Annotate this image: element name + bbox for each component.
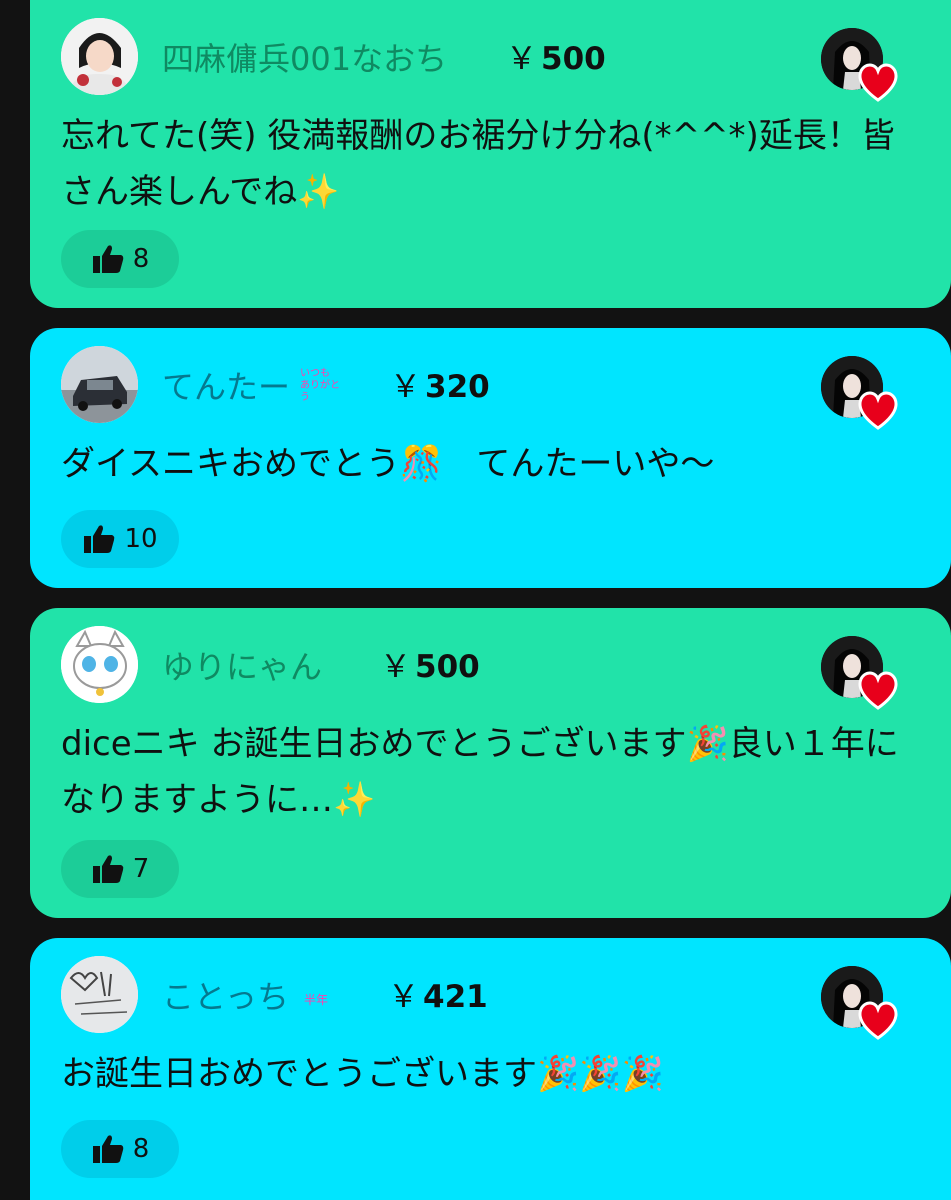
like-count: 10 — [124, 524, 158, 554]
gift-amount: ￥ 320 — [390, 366, 490, 408]
amount-value: 500 — [541, 41, 606, 77]
heart-icon — [858, 63, 898, 102]
like-count: 8 — [132, 244, 150, 274]
user-avatar[interactable] — [61, 346, 138, 423]
like-count: 8 — [132, 1134, 150, 1164]
currency-symbol: ￥ — [390, 369, 421, 405]
currency-symbol: ￥ — [506, 41, 537, 77]
like-button[interactable]: 7 — [61, 840, 179, 898]
thumbs-up-icon — [92, 1135, 123, 1163]
gift-comment-card[interactable]: てんたー いつも ありがとう ￥ 320 ダイスニキおめでとう🎊 てんたーいや〜 … — [30, 328, 951, 588]
user-avatar[interactable] — [61, 956, 138, 1033]
amount-value: 320 — [425, 369, 490, 405]
amount-value: 500 — [415, 649, 480, 685]
heart-icon — [858, 671, 898, 710]
user-avatar[interactable] — [61, 18, 138, 95]
heart-icon — [858, 1001, 898, 1040]
gift-amount: ￥ 500 — [506, 38, 606, 80]
comment-message: ダイスニキおめでとう🎊 てんたーいや〜 — [61, 444, 715, 484]
like-button[interactable]: 8 — [61, 1120, 179, 1178]
gift-comment-card[interactable]: ゆりにゃん ￥ 500 diceニキ お誕生日おめでとうございます🎉良い１年になり… — [30, 608, 951, 918]
heart-icon — [858, 391, 898, 430]
currency-symbol: ￥ — [380, 649, 411, 685]
thumbs-up-icon — [92, 245, 123, 273]
gift-amount: ￥ 500 — [380, 646, 480, 688]
amount-value: 421 — [423, 979, 488, 1015]
gift-amount: ￥ 421 — [388, 976, 488, 1018]
user-avatar[interactable] — [61, 626, 138, 703]
gift-comment-card[interactable]: 四麻傭兵001なおち ￥ 500 忘れてた(笑) 役満報酬のお裾分け分ね(*^^*… — [30, 0, 951, 308]
like-button[interactable]: 8 — [61, 230, 179, 288]
comment-message: 忘れてた(笑) 役満報酬のお裾分け分ね(*^^*)延長！皆さん楽しんでね✨ — [61, 116, 895, 212]
username[interactable]: ことっち — [162, 976, 289, 1018]
like-count: 7 — [132, 854, 150, 884]
thumbs-up-icon — [84, 525, 115, 553]
username[interactable]: ゆりにゃん — [162, 646, 322, 688]
like-button[interactable]: 10 — [61, 510, 179, 568]
username[interactable]: 四麻傭兵001なおち — [162, 38, 447, 80]
comment-message: diceニキ お誕生日おめでとうございます🎉良い１年になりますように…✨ — [61, 724, 899, 820]
thumbs-up-icon — [92, 855, 123, 883]
gift-comment-card[interactable]: ことっち 半年 ￥ 421 お誕生日おめでとうございます🎉🎉🎉 8 — [30, 938, 951, 1200]
member-badge: いつも ありがとう — [300, 368, 340, 403]
username[interactable]: てんたー — [162, 366, 290, 408]
member-badge: 半年 — [304, 993, 329, 1007]
currency-symbol: ￥ — [388, 979, 419, 1015]
comment-message: お誕生日おめでとうございます🎉🎉🎉 — [61, 1054, 665, 1094]
